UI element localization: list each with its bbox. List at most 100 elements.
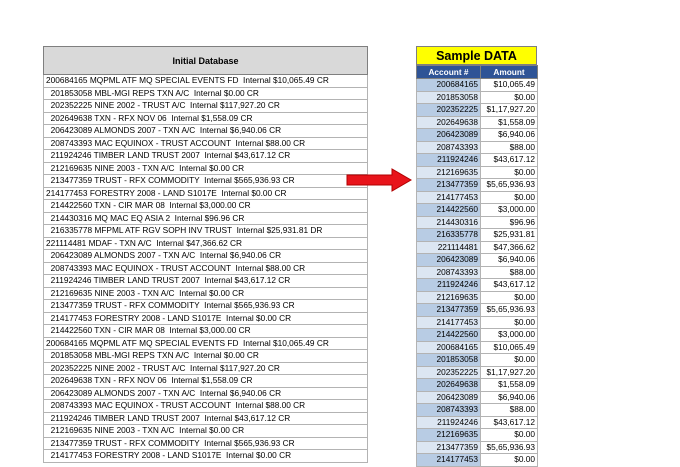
amount-cell[interactable]: $96.96 — [480, 215, 538, 229]
table-row: 206423089 ALMONDS 2007 - TXN A/C Interna… — [43, 249, 368, 263]
account-cell[interactable]: 216335778 — [416, 228, 481, 242]
amount-cell[interactable]: $88.00 — [480, 140, 538, 154]
amount-cell[interactable]: $43,617.12 — [480, 415, 538, 429]
account-cell[interactable]: 213477359 — [416, 440, 481, 454]
amount-cell[interactable]: $6,940.06 — [480, 253, 538, 267]
account-cell[interactable]: 211924246 — [416, 153, 481, 167]
account-cell[interactable]: 200684165 — [416, 78, 481, 92]
amount-cell[interactable]: $3,000.00 — [480, 203, 538, 217]
amount-cell[interactable]: $6,940.06 — [480, 128, 538, 142]
amount-cell[interactable]: $3,000.00 — [480, 328, 538, 342]
database-row-text[interactable]: 206423089 ALMONDS 2007 - TXN A/C Interna… — [43, 124, 368, 138]
database-row-text[interactable]: 208743393 MAC EQUINOX - TRUST ACCOUNT In… — [43, 136, 368, 150]
account-cell[interactable]: 213477359 — [416, 178, 481, 192]
database-row-text[interactable]: 206423089 ALMONDS 2007 - TXN A/C Interna… — [43, 386, 368, 400]
account-cell[interactable]: 214177453 — [416, 453, 481, 467]
account-cell[interactable]: 202352225 — [416, 365, 481, 379]
database-row-text[interactable]: 214177453 FORESTRY 2008 - LAND S1017E In… — [43, 311, 368, 325]
amount-cell[interactable]: $5,65,936.93 — [480, 303, 538, 317]
amount-cell[interactable]: $10,065.49 — [480, 78, 538, 92]
account-cell[interactable]: 211924246 — [416, 415, 481, 429]
database-row-text[interactable]: 211924246 TIMBER LAND TRUST 2007 Interna… — [43, 411, 368, 425]
account-cell[interactable]: 208743393 — [416, 403, 481, 417]
account-cell[interactable]: 202649638 — [416, 378, 481, 392]
account-cell[interactable]: 202352225 — [416, 103, 481, 117]
database-row-text[interactable]: 200684165 MQPML ATF MQ SPECIAL EVENTS FD… — [43, 336, 368, 350]
account-cell[interactable]: 214177453 — [416, 190, 481, 204]
table-row: 214422560 $3,000.00 — [416, 203, 538, 217]
account-cell[interactable]: 208743393 — [416, 265, 481, 279]
amount-cell[interactable]: $0.00 — [480, 353, 538, 367]
database-row-text[interactable]: 211924246 TIMBER LAND TRUST 2007 Interna… — [43, 149, 368, 163]
account-cell[interactable]: 214422560 — [416, 203, 481, 217]
account-cell[interactable]: 206423089 — [416, 128, 481, 142]
database-row-text[interactable]: 216335778 MFPML ATF RGV SOPH INV TRUST I… — [43, 224, 368, 238]
database-row-text[interactable]: 202352225 NINE 2002 - TRUST A/C Internal… — [43, 361, 368, 375]
database-row-text[interactable]: 211924246 TIMBER LAND TRUST 2007 Interna… — [43, 274, 368, 288]
amount-cell[interactable]: $43,617.12 — [480, 153, 538, 167]
amount-cell[interactable]: $10,065.49 — [480, 340, 538, 354]
amount-cell[interactable]: $0.00 — [480, 453, 538, 467]
database-row-text[interactable]: 213477359 TRUST - RFX COMMODITY Internal… — [43, 436, 368, 450]
amount-cell[interactable]: $1,17,927.20 — [480, 365, 538, 379]
amount-cell[interactable]: $1,17,927.20 — [480, 103, 538, 117]
account-cell[interactable]: 221114481 — [416, 240, 481, 254]
amount-cell[interactable]: $1,558.09 — [480, 115, 538, 129]
account-cell[interactable]: 208743393 — [416, 140, 481, 154]
account-cell[interactable]: 202649638 — [416, 115, 481, 129]
database-row-text[interactable]: 212169635 NINE 2003 - TXN A/C Internal $… — [43, 286, 368, 300]
database-row-text[interactable]: 202649638 TXN - RFX NOV 06 Internal $1,5… — [43, 374, 368, 388]
amount-cell[interactable]: $0.00 — [480, 428, 538, 442]
database-row-text[interactable]: 212169635 NINE 2003 - TXN A/C Internal $… — [43, 424, 368, 438]
database-row-text[interactable]: 214422560 TXN - CIR MAR 08 Internal $3,0… — [43, 324, 368, 338]
account-cell[interactable]: 214422560 — [416, 328, 481, 342]
table-row: 208743393 $88.00 — [416, 140, 538, 154]
database-row-text[interactable]: 202352225 NINE 2002 - TRUST A/C Internal… — [43, 99, 368, 113]
database-row-text[interactable]: 201853058 MBL-MGI REPS TXN A/C Internal … — [43, 86, 368, 100]
database-row-text[interactable]: 208743393 MAC EQUINOX - TRUST ACCOUNT In… — [43, 399, 368, 413]
account-cell[interactable]: 214430316 — [416, 215, 481, 229]
amount-cell[interactable]: $1,558.09 — [480, 378, 538, 392]
account-cell[interactable]: 212169635 — [416, 428, 481, 442]
database-row-text[interactable]: 200684165 MQPML ATF MQ SPECIAL EVENTS FD… — [43, 74, 368, 88]
account-cell[interactable]: 213477359 — [416, 303, 481, 317]
database-row-text[interactable]: 206423089 ALMONDS 2007 - TXN A/C Interna… — [43, 249, 368, 263]
account-cell[interactable]: 214177453 — [416, 315, 481, 329]
amount-cell[interactable]: $43,617.12 — [480, 278, 538, 292]
table-row: 214422560 TXN - CIR MAR 08 Internal $3,0… — [43, 324, 368, 338]
database-row-text[interactable]: 212169635 NINE 2003 - TXN A/C Internal $… — [43, 161, 368, 175]
database-row-text[interactable]: 201853058 MBL-MGI REPS TXN A/C Internal … — [43, 349, 368, 363]
account-cell[interactable]: 211924246 — [416, 278, 481, 292]
database-row-text[interactable]: 202649638 TXN - RFX NOV 06 Internal $1,5… — [43, 111, 368, 125]
amount-cell[interactable]: $25,931.81 — [480, 228, 538, 242]
database-row-text[interactable]: 214177453 FORESTRY 2008 - LAND S1017E In… — [43, 186, 368, 200]
account-cell[interactable]: 206423089 — [416, 390, 481, 404]
amount-cell[interactable]: $6,940.06 — [480, 390, 538, 404]
amount-cell[interactable]: $0.00 — [480, 90, 538, 104]
amount-cell[interactable]: $0.00 — [480, 290, 538, 304]
database-row-text[interactable]: 213477359 TRUST - RFX COMMODITY Internal… — [43, 174, 368, 188]
table-row: 214422560 $3,000.00 — [416, 328, 538, 342]
account-cell[interactable]: 200684165 — [416, 340, 481, 354]
database-row-text[interactable]: 213477359 TRUST - RFX COMMODITY Internal… — [43, 299, 368, 313]
table-row: 214430316 MQ MAC EQ ASIA 2 Internal $96.… — [43, 211, 368, 225]
database-row-text[interactable]: 214430316 MQ MAC EQ ASIA 2 Internal $96.… — [43, 211, 368, 225]
amount-cell[interactable]: $0.00 — [480, 190, 538, 204]
account-cell[interactable]: 212169635 — [416, 165, 481, 179]
amount-cell[interactable]: $0.00 — [480, 165, 538, 179]
amount-cell[interactable]: $5,65,936.93 — [480, 440, 538, 454]
account-cell[interactable]: 206423089 — [416, 253, 481, 267]
database-row-text[interactable]: 214422560 TXN - CIR MAR 08 Internal $3,0… — [43, 199, 368, 213]
amount-cell[interactable]: $88.00 — [480, 265, 538, 279]
account-cell[interactable]: 201853058 — [416, 90, 481, 104]
amount-cell[interactable]: $47,366.62 — [480, 240, 538, 254]
amount-cell[interactable]: $88.00 — [480, 403, 538, 417]
account-cell[interactable]: 212169635 — [416, 290, 481, 304]
account-cell[interactable]: 201853058 — [416, 353, 481, 367]
database-row-text[interactable]: 214177453 FORESTRY 2008 - LAND S1017E In… — [43, 449, 368, 463]
table-row: 201853058 MBL-MGI REPS TXN A/C Internal … — [43, 86, 368, 100]
database-row-text[interactable]: 208743393 MAC EQUINOX - TRUST ACCOUNT In… — [43, 261, 368, 275]
amount-cell[interactable]: $0.00 — [480, 315, 538, 329]
amount-cell[interactable]: $5,65,936.93 — [480, 178, 538, 192]
database-row-text[interactable]: 221114481 MDAF - TXN A/C Internal $47,36… — [43, 236, 368, 250]
